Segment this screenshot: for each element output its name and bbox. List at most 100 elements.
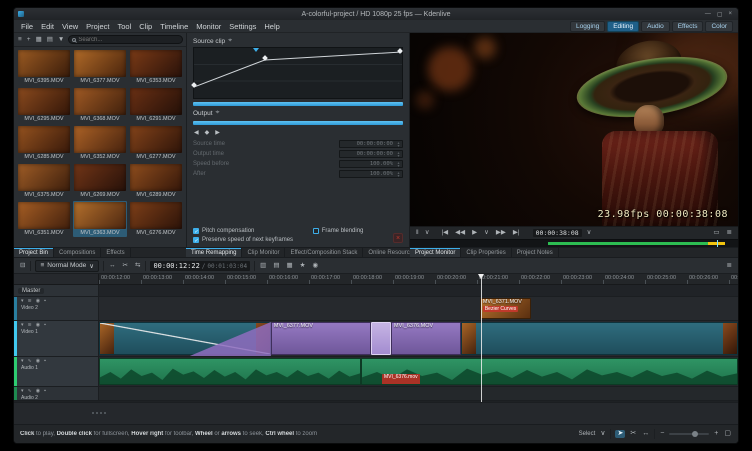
track-effects-icon[interactable]: ∿	[28, 358, 32, 364]
sort-icon[interactable]: ▤	[46, 36, 54, 44]
edit-mode-dropdown[interactable]: ≡ Normal Mode ∨	[35, 259, 100, 272]
prev-keyframe-icon[interactable]: ◀	[193, 129, 200, 137]
spacer-tool-icon[interactable]: ↔	[641, 430, 650, 438]
favorite-effects-icon[interactable]: ★	[299, 262, 307, 270]
timeline-clip[interactable]: MVI_6377.MOV	[270, 322, 372, 355]
timeline-clip[interactable]	[371, 322, 391, 355]
option-checkbox[interactable]: Preserve speed of next keyframes	[193, 237, 313, 243]
spinbox[interactable]: 100.00% ▴ ▾	[339, 170, 403, 178]
option-checkbox[interactable]: Pitch compensation	[193, 228, 313, 234]
dock-tab[interactable]: Project Notes	[512, 248, 559, 257]
monitor-timecode[interactable]: 00:00:38:08	[532, 229, 582, 237]
timeline-clip[interactable]: MVI_6376.MOV	[391, 322, 462, 355]
view-mode-icon[interactable]: ▦	[35, 36, 43, 44]
zoom-slider-handle[interactable]	[692, 431, 699, 437]
monitor-menu-icon[interactable]: ≣	[726, 229, 733, 237]
track-hide-icon[interactable]: ◉	[36, 358, 40, 364]
workspace-button[interactable]: Editing	[607, 20, 640, 32]
track-header[interactable]: ▾ ∿ ◉ ▪ Audio 1	[14, 357, 99, 387]
bin-clip[interactable]: MVI_6289.MOV	[129, 163, 183, 199]
next-keyframe-icon[interactable]: ▶	[214, 129, 221, 137]
track-lock-icon[interactable]: ▪	[44, 358, 46, 364]
track-hide-icon[interactable]: ◉	[36, 298, 40, 304]
dock-tab[interactable]: Time Remapping	[186, 248, 243, 257]
track-hide-icon[interactable]: ◉	[36, 388, 40, 394]
dock-tab[interactable]: Effect/Composition Stack	[285, 248, 364, 257]
title-bar[interactable]: A-colorful-project / HD 1080p 25 fps — K…	[14, 8, 738, 20]
timeline-ruler[interactable]: 00:00:12:00 00:00:13:00 00:00:14:00 00:00:1…	[99, 274, 738, 285]
remap-keyframe-graph[interactable]	[191, 47, 403, 99]
bin-clip[interactable]: MVI_6291.MOV	[129, 87, 183, 123]
forward-icon[interactable]: ▶▶	[495, 229, 507, 237]
zoom-in-icon[interactable]: +	[713, 430, 719, 438]
zone-start-icon[interactable]: |◀	[440, 229, 449, 237]
bin-clip[interactable]: MVI_6377.MOV	[73, 49, 127, 85]
menu-item[interactable]: Help	[260, 21, 283, 32]
menu-item[interactable]: File	[17, 21, 37, 32]
resize-grip[interactable]	[92, 412, 94, 414]
timeline-clip[interactable]: MVI_6376.mov Fade out	[360, 358, 738, 385]
dock-tab[interactable]: Clip Monitor	[242, 248, 286, 257]
spinbox[interactable]: 00:00:00:00 ▴ ▾	[339, 150, 403, 158]
slip-tool-icon[interactable]: ⇆	[134, 262, 141, 270]
timeline-timecodes[interactable]: 00:00:12:22 / 00:01:03:04	[150, 260, 251, 271]
menu-item[interactable]: Settings	[225, 21, 260, 32]
track-header[interactable]: ▾ ≋ ◉ ▪ Video 2	[14, 297, 99, 321]
add-clip-icon[interactable]: +	[26, 36, 32, 44]
menu-item[interactable]: Clip	[135, 21, 156, 32]
dock-tab[interactable]: Project Bin	[14, 248, 55, 257]
bin-clip[interactable]: MVI_6276.MOV	[129, 201, 183, 237]
extract-zone-icon[interactable]: ▦	[285, 262, 293, 270]
play-caret-icon[interactable]: ∨	[483, 229, 490, 237]
bin-clip[interactable]: MVI_6375.MOV	[17, 163, 71, 199]
track-height-icon[interactable]: ⊟	[19, 262, 26, 270]
close-button[interactable]: ×	[728, 11, 732, 18]
zone-icon[interactable]: ▭	[712, 229, 720, 237]
checkbox-icon[interactable]	[193, 228, 199, 234]
spinbox-arrows-icon[interactable]: ▴ ▾	[395, 141, 402, 148]
graph-playhead-marker[interactable]	[253, 48, 260, 52]
source-zone-bar[interactable]	[193, 102, 403, 106]
bin-clip[interactable]: MVI_6363.MOV	[73, 201, 127, 237]
track-hide-icon[interactable]: ◉	[36, 322, 40, 328]
lane-video-2[interactable]: MVI_6371.MOV Bezier Curves	[99, 297, 738, 321]
menu-item[interactable]: Edit	[37, 21, 58, 32]
output-zone-bar[interactable]	[193, 121, 403, 125]
bin-clip[interactable]: MVI_6368.MOV	[73, 87, 127, 123]
zoom-slider[interactable]	[669, 431, 710, 437]
bin-clip[interactable]: MVI_6277.MOV	[129, 125, 183, 161]
workspace-button[interactable]: Effects	[671, 20, 704, 32]
bin-clip[interactable]: MVI_6353.MOV	[129, 49, 183, 85]
workspace-button[interactable]: Color	[705, 20, 733, 32]
rewind-icon[interactable]: ◀◀	[454, 229, 466, 237]
menu-item[interactable]: Project	[82, 21, 113, 32]
spinbox-arrows-icon[interactable]: ▴ ▾	[395, 161, 402, 168]
spinbox[interactable]: 100.00% ▴ ▾	[339, 160, 403, 168]
dock-tab[interactable]: Clip Properties	[461, 248, 512, 257]
insert-zone-icon[interactable]: ▤	[272, 262, 280, 270]
track-lock-icon[interactable]: ▪	[44, 322, 46, 328]
collapse-icon[interactable]: ▾	[21, 388, 24, 394]
track-effects-icon[interactable]: ≋	[28, 298, 32, 304]
select-tool-icon[interactable]: ➤	[615, 430, 626, 438]
checkbox-icon[interactable]	[312, 228, 319, 234]
minimize-button[interactable]: —	[705, 11, 711, 18]
dock-tab[interactable]: Effects	[101, 248, 131, 257]
lane-video-1[interactable]: MVI_6377.MOV MVI_6376.MOV	[99, 321, 738, 357]
chevron-down-icon[interactable]: ∨	[599, 430, 606, 438]
maximize-button[interactable]: ▢	[717, 11, 723, 18]
track-header[interactable]: ▾ ∿ ◉ ▪ Audio 2	[14, 387, 99, 401]
collapse-icon[interactable]: ▾	[21, 322, 24, 328]
checkbox-icon[interactable]	[193, 237, 199, 243]
track-effects-icon[interactable]: ≋	[28, 322, 32, 328]
bin-clip[interactable]: MVI_6295.MOV	[17, 87, 71, 123]
bin-clip[interactable]: MVI_6351.MOV	[17, 201, 71, 237]
razor-tool-icon[interactable]: ✂	[629, 430, 637, 438]
timeline-clip[interactable]	[99, 358, 361, 385]
spinbox-arrows-icon[interactable]: ▴ ▾	[395, 151, 402, 158]
master-track-button[interactable]: Master	[14, 285, 99, 297]
bin-clip[interactable]: MVI_6269.MOV	[73, 163, 127, 199]
collapse-icon[interactable]: ▾	[21, 358, 24, 364]
add-keyframe-icon[interactable]: ◆	[204, 129, 211, 137]
menu-item[interactable]: Timeline	[156, 21, 192, 32]
